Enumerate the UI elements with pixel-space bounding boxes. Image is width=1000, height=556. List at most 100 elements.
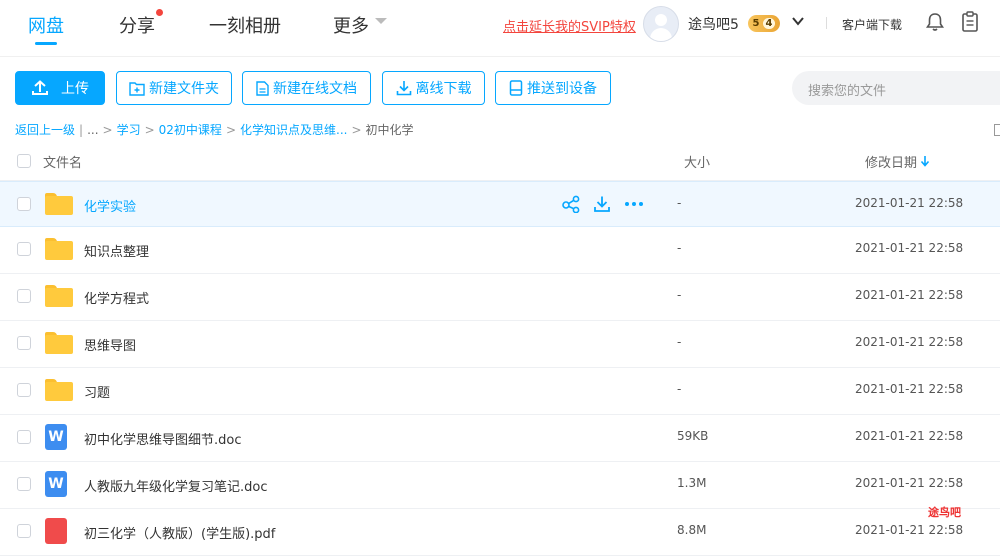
breadcrumb-ellipsis[interactable]: ... [87, 123, 98, 137]
pdf-icon [45, 518, 67, 546]
avatar[interactable] [643, 6, 679, 42]
table-row[interactable]: 思维导图 - 2021-01-21 22:58 [0, 321, 1000, 368]
nav-tab-netdisk[interactable]: 网盘 [28, 12, 64, 38]
table-row[interactable]: 知识点整理 - 2021-01-21 22:58 [0, 227, 1000, 274]
column-date-header[interactable]: 修改日期 [865, 152, 917, 171]
file-modified-date: 2021-01-21 22:58 [855, 523, 964, 537]
row-checkbox[interactable] [17, 242, 31, 256]
column-size-header[interactable]: 大小 [684, 152, 710, 171]
file-modified-date: 2021-01-21 22:58 [855, 429, 964, 443]
view-mode-icon[interactable] [994, 124, 1000, 136]
file-size: - [677, 288, 682, 302]
folder-icon [45, 332, 73, 354]
vip-level: 5 [752, 18, 760, 29]
client-download-link[interactable]: 客户端下载 [842, 16, 902, 33]
file-name[interactable]: 思维导图 [84, 335, 136, 354]
device-icon [509, 80, 523, 96]
file-modified-date: 2021-01-21 22:58 [855, 241, 964, 255]
table-row[interactable]: 化学实验 - 2021-01-21 22:58 [0, 181, 1000, 227]
row-checkbox[interactable] [17, 524, 31, 538]
file-name[interactable]: 化学实验 [84, 196, 136, 215]
table-row[interactable]: 习题 - 2021-01-21 22:58 [0, 368, 1000, 415]
folder-icon [45, 285, 73, 307]
search-input[interactable]: 搜索您的文件 [792, 71, 1000, 105]
breadcrumb-current: 初中化学 [365, 123, 414, 137]
file-name[interactable]: 人教版九年级化学复习笔记.doc [84, 476, 268, 495]
folder-icon [45, 238, 73, 260]
breadcrumb-item[interactable]: 02初中课程 [159, 123, 222, 137]
offline-download-label: 离线下载 [415, 81, 472, 97]
file-name[interactable]: 初三化学（人教版）(学生版).pdf [84, 523, 275, 542]
upload-button[interactable]: 上传 [15, 71, 105, 105]
vip-level-badge: 5 4 [748, 15, 780, 32]
new-online-doc-button[interactable]: 新建在线文档 [242, 71, 371, 105]
file-name[interactable]: 化学方程式 [84, 288, 149, 307]
push-to-device-label: 推送到设备 [527, 81, 597, 97]
sort-desc-icon[interactable] [920, 155, 930, 167]
file-modified-date: 2021-01-21 22:58 [855, 196, 964, 210]
breadcrumb-back[interactable]: 返回上一级 [15, 123, 75, 137]
breadcrumb-item[interactable]: 化学知识点及思维... [240, 123, 347, 137]
file-size: 8.8M [677, 523, 707, 537]
new-folder-button[interactable]: 新建文件夹 [116, 71, 232, 105]
watermark-logo: 途鸟吧 [928, 506, 961, 519]
nav-tab-share[interactable]: 分享 [119, 12, 155, 38]
table-header: 文件名 大小 修改日期 [0, 142, 1000, 181]
folder-icon [45, 193, 73, 215]
file-size: - [677, 382, 682, 396]
table-row[interactable]: W 初中化学思维导图细节.doc 59KB 2021-01-21 22:58 [0, 415, 1000, 462]
file-size: - [677, 335, 682, 349]
top-nav: 网盘 分享 一刻相册 更多 点击延长我的SVIP特权 途鸟吧5 5 4 客户端下… [0, 0, 1000, 57]
notification-dot [156, 9, 163, 16]
file-size: 59KB [677, 429, 709, 443]
word-doc-icon: W [45, 471, 67, 499]
column-name-header[interactable]: 文件名 [43, 152, 82, 171]
row-checkbox[interactable] [17, 197, 31, 211]
table-row[interactable]: W 人教版九年级化学复习笔记.doc 1.3M 2021-01-21 22:58 [0, 462, 1000, 509]
file-name[interactable]: 习题 [84, 382, 110, 401]
clipboard-icon[interactable] [960, 11, 980, 33]
search-placeholder: 搜索您的文件 [808, 84, 887, 99]
file-name[interactable]: 初中化学思维导图细节.doc [84, 429, 242, 448]
username[interactable]: 途鸟吧5 [688, 14, 739, 34]
svip-renew-link[interactable]: 点击延长我的SVIP特权 [503, 16, 636, 35]
row-checkbox[interactable] [17, 383, 31, 397]
nav-tab-more[interactable]: 更多 [333, 12, 369, 38]
file-modified-date: 2021-01-21 22:58 [855, 335, 964, 349]
push-to-device-button[interactable]: 推送到设备 [495, 71, 611, 105]
table-row[interactable]: 化学方程式 - 2021-01-21 22:58 [0, 274, 1000, 321]
file-list: 化学实验 - 2021-01-21 22:58 知识点整理 - 2021-01-21 22… [0, 181, 1000, 556]
row-actions [561, 195, 645, 213]
folder-icon [45, 379, 73, 401]
file-size: 1.3M [677, 476, 707, 490]
breadcrumb-item[interactable]: 学习 [117, 123, 141, 137]
offline-download-button[interactable]: 离线下载 [382, 71, 485, 105]
folder-plus-icon [129, 81, 145, 96]
chevron-down-icon[interactable] [791, 14, 805, 28]
file-modified-date: 2021-01-21 22:58 [855, 382, 964, 396]
file-name[interactable]: 知识点整理 [84, 241, 149, 260]
active-tab-indicator [35, 42, 57, 45]
chevron-down-icon[interactable] [375, 18, 387, 24]
nav-tab-album[interactable]: 一刻相册 [209, 12, 281, 38]
row-checkbox[interactable] [17, 336, 31, 350]
select-all-checkbox[interactable] [17, 154, 31, 168]
document-icon [256, 80, 269, 96]
table-row[interactable]: 初三化学（人教版）(学生版).pdf 8.8M 2021-01-21 22:58 [0, 509, 1000, 556]
file-size: - [677, 241, 682, 255]
breadcrumb: 返回上一级 |... > 学习 >02初中课程 > 化学知识点及思维... > 初中化学 [15, 123, 414, 137]
file-size: - [677, 196, 682, 210]
download-icon [396, 81, 411, 96]
more-icon[interactable] [623, 195, 645, 213]
share-icon[interactable] [561, 195, 581, 213]
upload-icon [32, 80, 48, 95]
new-online-doc-label: 新建在线文档 [273, 81, 357, 97]
row-checkbox[interactable] [17, 289, 31, 303]
word-doc-icon: W [45, 424, 67, 452]
row-checkbox[interactable] [17, 477, 31, 491]
row-checkbox[interactable] [17, 430, 31, 444]
bell-icon[interactable] [925, 12, 945, 32]
new-folder-label: 新建文件夹 [149, 81, 219, 97]
file-modified-date: 2021-01-21 22:58 [855, 288, 964, 302]
download-icon[interactable] [593, 195, 611, 213]
